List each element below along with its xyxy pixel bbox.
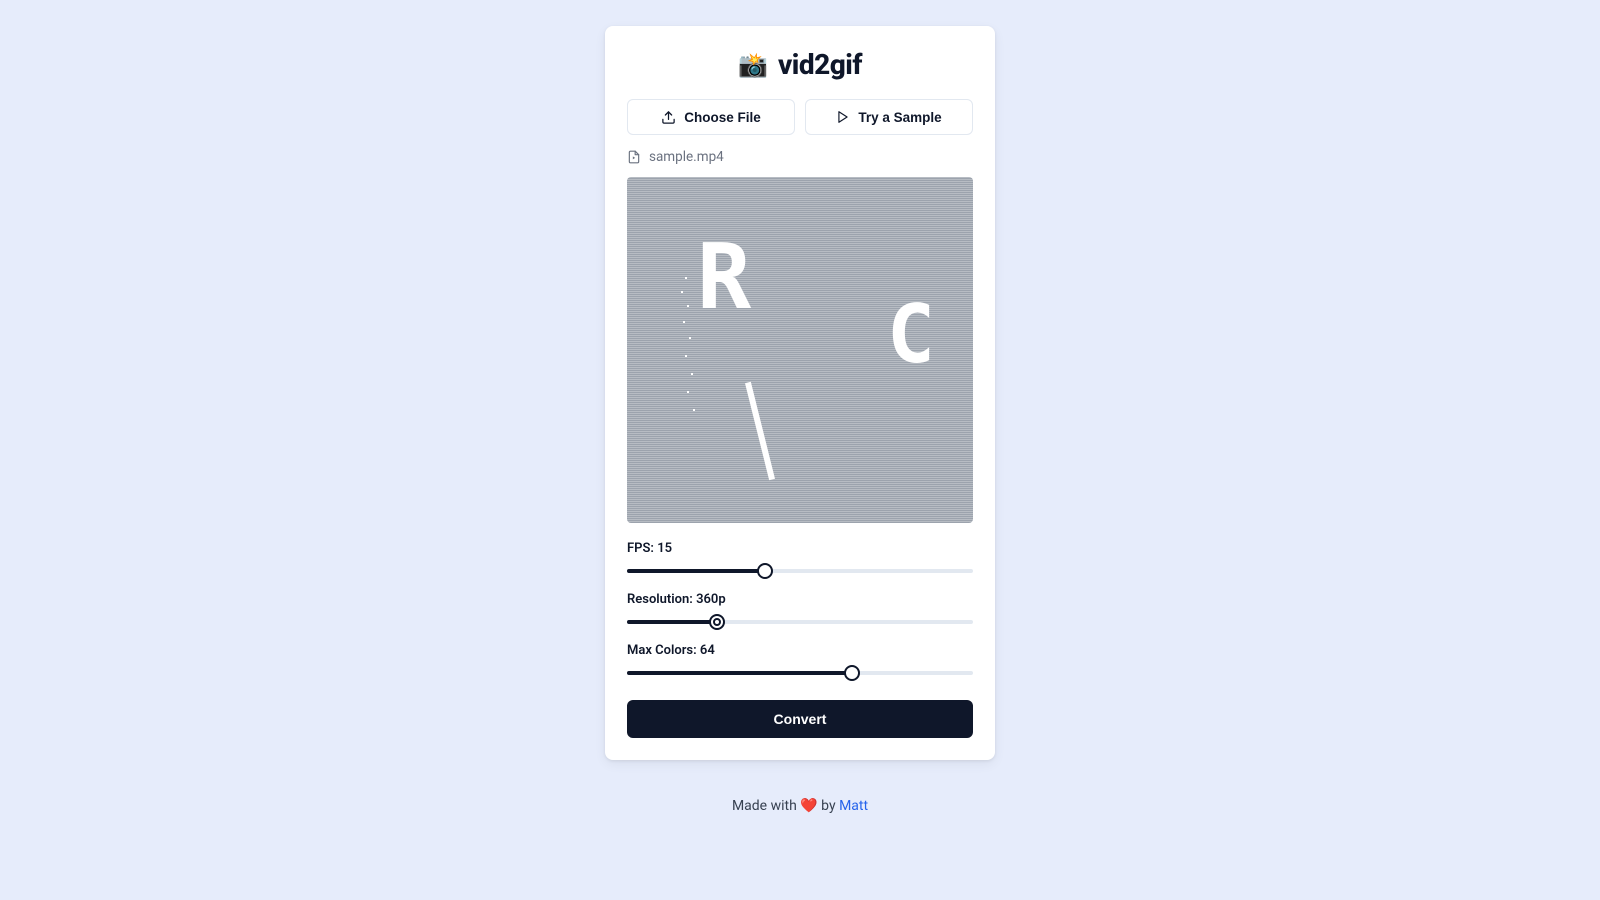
slider-thumb[interactable]	[844, 665, 860, 681]
choose-file-button[interactable]: Choose File	[627, 99, 795, 135]
fps-label: FPS: 15	[627, 541, 973, 556]
author-link[interactable]: Matt	[839, 798, 868, 814]
choose-file-label: Choose File	[684, 110, 761, 125]
filename-row: sample.mp4	[627, 149, 973, 165]
file-icon	[627, 150, 641, 164]
footer: Made with ❤️ by Matt	[732, 798, 868, 814]
fps-slider[interactable]	[627, 562, 973, 580]
convert-button[interactable]: Convert	[627, 700, 973, 738]
preview-glyph-bar	[745, 382, 775, 480]
colors-control: Max Colors: 64	[627, 643, 973, 682]
try-sample-button[interactable]: Try a Sample	[805, 99, 973, 135]
resolution-slider[interactable]	[627, 613, 973, 631]
app-title: vid2gif	[778, 48, 862, 81]
app-card: 📸 vid2gif Choose File Try a Sample sampl…	[605, 26, 995, 760]
heart-icon: ❤️	[800, 798, 817, 814]
slider-thumb[interactable]	[757, 563, 773, 579]
footer-by: by	[818, 798, 839, 814]
file-actions-row: Choose File Try a Sample	[627, 99, 973, 135]
preview-glyph-r: R	[697, 233, 751, 323]
footer-prefix: Made with	[732, 798, 800, 814]
colors-label: Max Colors: 64	[627, 643, 973, 658]
slider-fill	[627, 671, 852, 675]
slider-fill	[627, 620, 717, 624]
colors-slider[interactable]	[627, 664, 973, 682]
app-title-row: 📸 vid2gif	[627, 48, 973, 81]
try-sample-label: Try a Sample	[858, 110, 941, 125]
play-icon	[836, 110, 850, 124]
fps-control: FPS: 15	[627, 541, 973, 580]
upload-icon	[661, 110, 676, 125]
camera-icon: 📸	[738, 53, 768, 77]
slider-thumb[interactable]	[709, 614, 725, 630]
video-preview: R C	[627, 177, 973, 523]
slider-fill	[627, 569, 765, 573]
resolution-control: Resolution: 360p	[627, 592, 973, 631]
resolution-label: Resolution: 360p	[627, 592, 973, 607]
filename-text: sample.mp4	[649, 149, 724, 165]
preview-glyph-c: C	[887, 295, 935, 375]
